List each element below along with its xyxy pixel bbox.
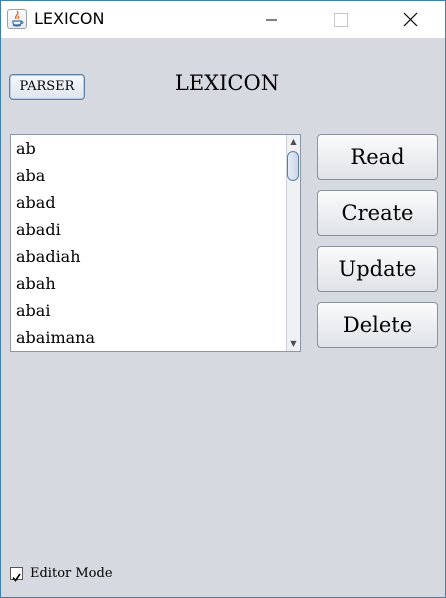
create-button[interactable]: Create: [317, 190, 438, 236]
java-app-icon: [7, 9, 27, 29]
checkmark-icon: [12, 573, 21, 582]
window-title: LEXICON: [34, 9, 105, 28]
minimize-icon: [266, 19, 277, 21]
lexicon-window: LEXICON PARSER LEXICON ab aba abad abadi…: [0, 0, 446, 598]
scroll-up-icon[interactable]: ▲: [287, 135, 300, 149]
list-item[interactable]: aba: [11, 162, 284, 189]
list-item[interactable]: abah: [11, 270, 284, 297]
scroll-thumb[interactable]: [287, 151, 299, 181]
list-item[interactable]: abadiah: [11, 243, 284, 270]
vertical-scrollbar[interactable]: ▲ ▼: [286, 135, 300, 351]
list-item[interactable]: abad: [11, 189, 284, 216]
read-button[interactable]: Read: [317, 134, 438, 180]
delete-button[interactable]: Delete: [317, 302, 438, 348]
close-icon: [403, 12, 418, 27]
minimize-button[interactable]: [249, 1, 295, 38]
list-item[interactable]: abaimana: [11, 324, 284, 351]
maximize-icon: [334, 13, 348, 27]
list-item[interactable]: ab: [11, 135, 284, 162]
parser-button[interactable]: PARSER: [9, 74, 85, 100]
page-title: LEXICON: [174, 71, 280, 95]
update-button[interactable]: Update: [317, 246, 438, 292]
word-list-items: ab aba abad abadi abadiah abah abai abai…: [11, 135, 284, 351]
scroll-down-icon[interactable]: ▼: [287, 337, 300, 351]
list-item[interactable]: abai: [11, 297, 284, 324]
editor-mode-checkbox[interactable]: [10, 567, 23, 582]
close-button[interactable]: [387, 1, 433, 38]
word-list[interactable]: ab aba abad abadi abadiah abah abai abai…: [10, 134, 301, 352]
title-bar[interactable]: LEXICON: [1, 1, 445, 38]
list-item[interactable]: abadi: [11, 216, 284, 243]
editor-mode-label: Editor Mode: [30, 566, 113, 581]
maximize-button[interactable]: [319, 1, 365, 38]
